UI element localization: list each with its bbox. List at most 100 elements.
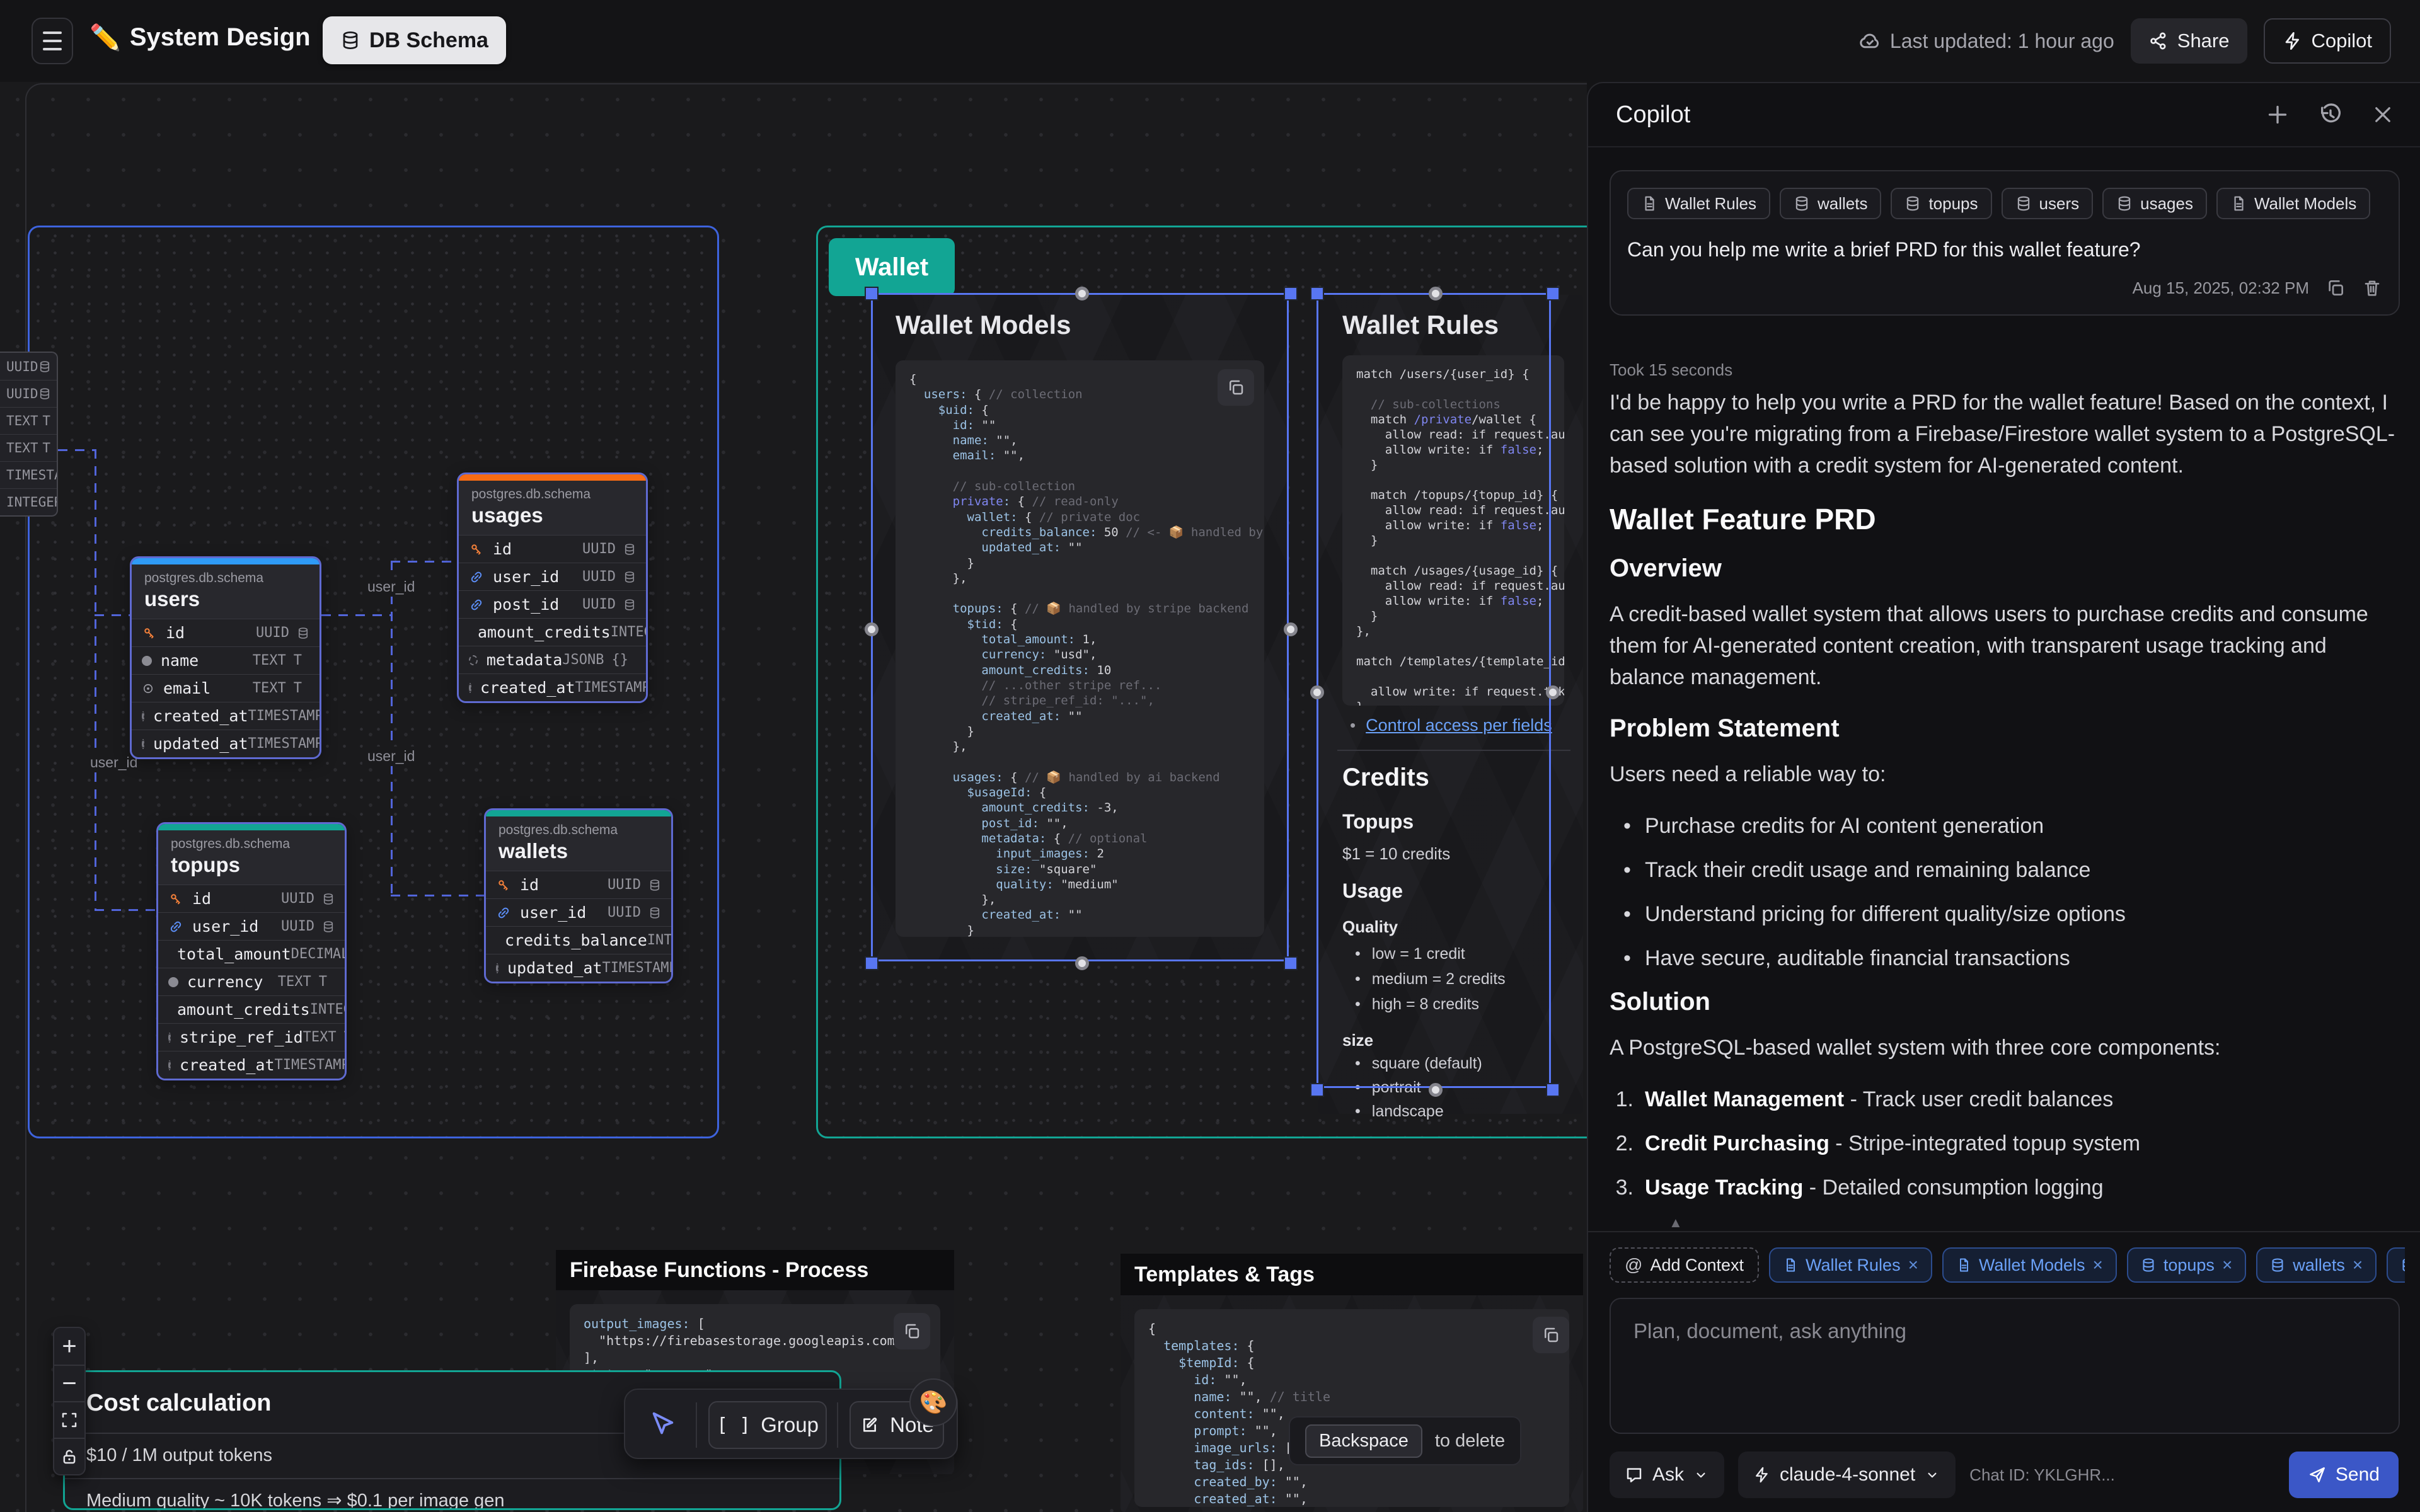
response-duration: Took 15 seconds	[1610, 360, 1732, 380]
context-chip-usages[interactable]: usages	[2102, 188, 2207, 219]
context-chip-wallet-models[interactable]: Wallet Models	[2216, 188, 2370, 219]
field-row-total_amount[interactable]: total_amountDECIMAL	[158, 940, 345, 968]
field-row-metadata[interactable]: metadataJSONB{}	[459, 646, 646, 673]
field-row-user_id[interactable]: user_idUUID	[459, 563, 646, 590]
tab-db-schema[interactable]: DB Schema	[323, 16, 506, 64]
partial-table[interactable]: UUIDUUIDTEXTTTEXTTTIMESTAMPINTEGER#	[0, 352, 58, 517]
table-header[interactable]: postgres.db.schemausages	[459, 481, 646, 535]
field-row-amount_credits[interactable]: amount_creditsINTEGER#	[459, 618, 646, 646]
field-row-credits_balance[interactable]: credits_balanceINTEGER#	[486, 926, 671, 954]
table-wallets[interactable]: postgres.db.schemawalletsidUUIDuser_idUU…	[484, 808, 673, 983]
context-chip-wallets[interactable]: wallets	[1780, 188, 1881, 219]
group-tool-button[interactable]: [ ]Group	[708, 1401, 827, 1449]
add-context-button[interactable]: @Add Context	[1610, 1247, 1759, 1283]
panel-wallet-rules[interactable]: Wallet Rulesmatch /users/{user_id} { // …	[1318, 295, 1583, 1114]
active-context-chip-topups[interactable]: topups×	[2127, 1247, 2246, 1283]
field-row-created_at[interactable]: created_atTIMESTAMP	[158, 1051, 345, 1079]
remove-chip-icon[interactable]: ×	[2093, 1255, 2103, 1275]
field-row-updated_at[interactable]: updated_atTIMESTAMP	[132, 730, 320, 757]
copy-code-button[interactable]	[894, 1313, 930, 1349]
fit-view-button[interactable]	[54, 1401, 84, 1438]
menu-button[interactable]	[32, 18, 73, 64]
mode-select-ask[interactable]: Ask	[1610, 1452, 1724, 1498]
table-header[interactable]: postgres.db.schematopups	[158, 830, 345, 885]
table-topups[interactable]: postgres.db.schematopupsidUUIDuser_idUUI…	[156, 822, 347, 1080]
field-type: TEXT	[253, 653, 286, 668]
field-row-id[interactable]: idUUID	[158, 885, 345, 912]
context-chip-topups[interactable]: topups	[1891, 188, 1991, 219]
delete-message-button[interactable]	[2362, 278, 2382, 298]
active-context-chip-u[interactable]: u×	[2387, 1247, 2405, 1283]
zoom-in-button[interactable]: +	[54, 1328, 84, 1365]
diagram-canvas[interactable]: Walletuser_iduser_iduser_iduser_idUUIDUU…	[0, 82, 1587, 1512]
table-row: TEXTT	[0, 434, 57, 461]
db-icon	[623, 571, 636, 583]
remove-chip-icon[interactable]: ×	[2353, 1255, 2363, 1275]
field-row-post_id[interactable]: post_idUUID	[459, 590, 646, 618]
cursor-tool[interactable]	[648, 1410, 677, 1439]
close-panel-button[interactable]	[2371, 102, 2395, 127]
history-button[interactable]	[2318, 102, 2343, 127]
field-row-id[interactable]: idUUID	[132, 619, 320, 646]
field-row-created_at[interactable]: created_atTIMESTAMP	[132, 702, 320, 730]
context-chip-users[interactable]: users	[2002, 188, 2094, 219]
field-row-id[interactable]: idUUID	[486, 871, 671, 898]
db-icon	[1794, 195, 1810, 212]
db-icon	[322, 920, 335, 933]
credits-heading: Credits	[1342, 764, 1576, 792]
field-name: post_id	[493, 595, 582, 614]
zoom-out-button[interactable]: −	[54, 1365, 84, 1401]
wallet-models-code[interactable]: { users: { // collection $uid: { id: "" …	[896, 360, 1264, 937]
table-header[interactable]: postgres.db.schemausers	[132, 564, 320, 619]
link-icon	[469, 570, 484, 585]
remove-chip-icon[interactable]: ×	[1908, 1255, 1918, 1275]
field-name: created_at	[153, 707, 248, 725]
response-bullet: •Track their credit usage and remaining …	[1610, 854, 2400, 886]
color-palette-button[interactable]: 🎨	[909, 1378, 957, 1426]
control-access-link[interactable]: Control access per fields	[1366, 716, 1552, 735]
lock-button[interactable]	[54, 1438, 84, 1474]
active-context-chip-wallet-models[interactable]: Wallet Models×	[1942, 1247, 2117, 1283]
field-row-user_id[interactable]: user_idUUID	[158, 912, 345, 940]
copilot-toggle-button[interactable]: Copilot	[2264, 18, 2392, 64]
table-users[interactable]: postgres.db.schemausersidUUIDnameTEXTTem…	[130, 556, 321, 759]
field-row-currency[interactable]: currencyTEXTT	[158, 968, 345, 995]
field-type: UUID	[281, 919, 314, 934]
share-button[interactable]: Share	[2131, 18, 2247, 64]
field-row-amount_credits[interactable]: amount_creditsINTEGER#	[158, 995, 345, 1023]
context-chip-wallet-rules[interactable]: Wallet Rules	[1627, 188, 1770, 219]
field-row-updated_at[interactable]: updated_atTIMESTAMP	[486, 954, 671, 982]
group-label-wallet[interactable]: Wallet	[829, 238, 955, 296]
field-row-id[interactable]: idUUID	[459, 535, 646, 563]
table-header[interactable]: postgres.db.schemawallets	[486, 816, 671, 871]
copy-code-button[interactable]	[1533, 1317, 1569, 1353]
relationship-line	[95, 614, 130, 616]
wallet-rules-code[interactable]: match /users/{user_id} { // sub-collecti…	[1342, 355, 1564, 706]
active-context-chip-wallet-rules[interactable]: Wallet Rules×	[1769, 1247, 1932, 1283]
field-row-user_id[interactable]: user_idUUID	[486, 898, 671, 926]
table-usages[interactable]: postgres.db.schemausagesidUUIDuser_idUUI…	[457, 472, 648, 703]
relationship-line	[391, 561, 457, 563]
field-name: id	[166, 624, 256, 642]
model-select[interactable]: claude-4-sonnet	[1738, 1452, 1956, 1498]
new-chat-button[interactable]	[2265, 102, 2290, 127]
field-row-email[interactable]: emailTEXTT	[132, 674, 320, 702]
panel-wallet-models[interactable]: Wallet Models{ users: { // collection $u…	[873, 295, 1287, 959]
active-context-chip-wallets[interactable]: wallets×	[2256, 1247, 2377, 1283]
copy-code-button[interactable]	[1218, 369, 1254, 406]
chat-input[interactable]	[1610, 1298, 2400, 1434]
field-row-created_at[interactable]: created_atTIMESTAMP	[459, 673, 646, 701]
optional-field-icon	[142, 739, 144, 749]
panel-templates-tags[interactable]: Templates & Tags{ templates: { $tempId: …	[1121, 1254, 1583, 1512]
copy-message-button[interactable]	[2325, 278, 2346, 298]
send-button[interactable]: Send	[2289, 1452, 2399, 1498]
remove-chip-icon[interactable]: ×	[2222, 1255, 2232, 1275]
field-row-name[interactable]: nameTEXTT	[132, 646, 320, 674]
quality-item: •medium = 2 credits	[1342, 970, 1576, 988]
field-name: amount_credits	[177, 1000, 310, 1019]
response-bullet: •Purchase credits for AI content generat…	[1610, 810, 2400, 842]
db-icon	[2015, 195, 2032, 212]
field-row-stripe_ref_id[interactable]: stripe_ref_idTEXTT	[158, 1023, 345, 1051]
resize-handle-icon[interactable]: ▲	[1669, 1215, 1683, 1231]
templates-code[interactable]: { templates: { $tempId: { id: "", name: …	[1134, 1309, 1569, 1507]
